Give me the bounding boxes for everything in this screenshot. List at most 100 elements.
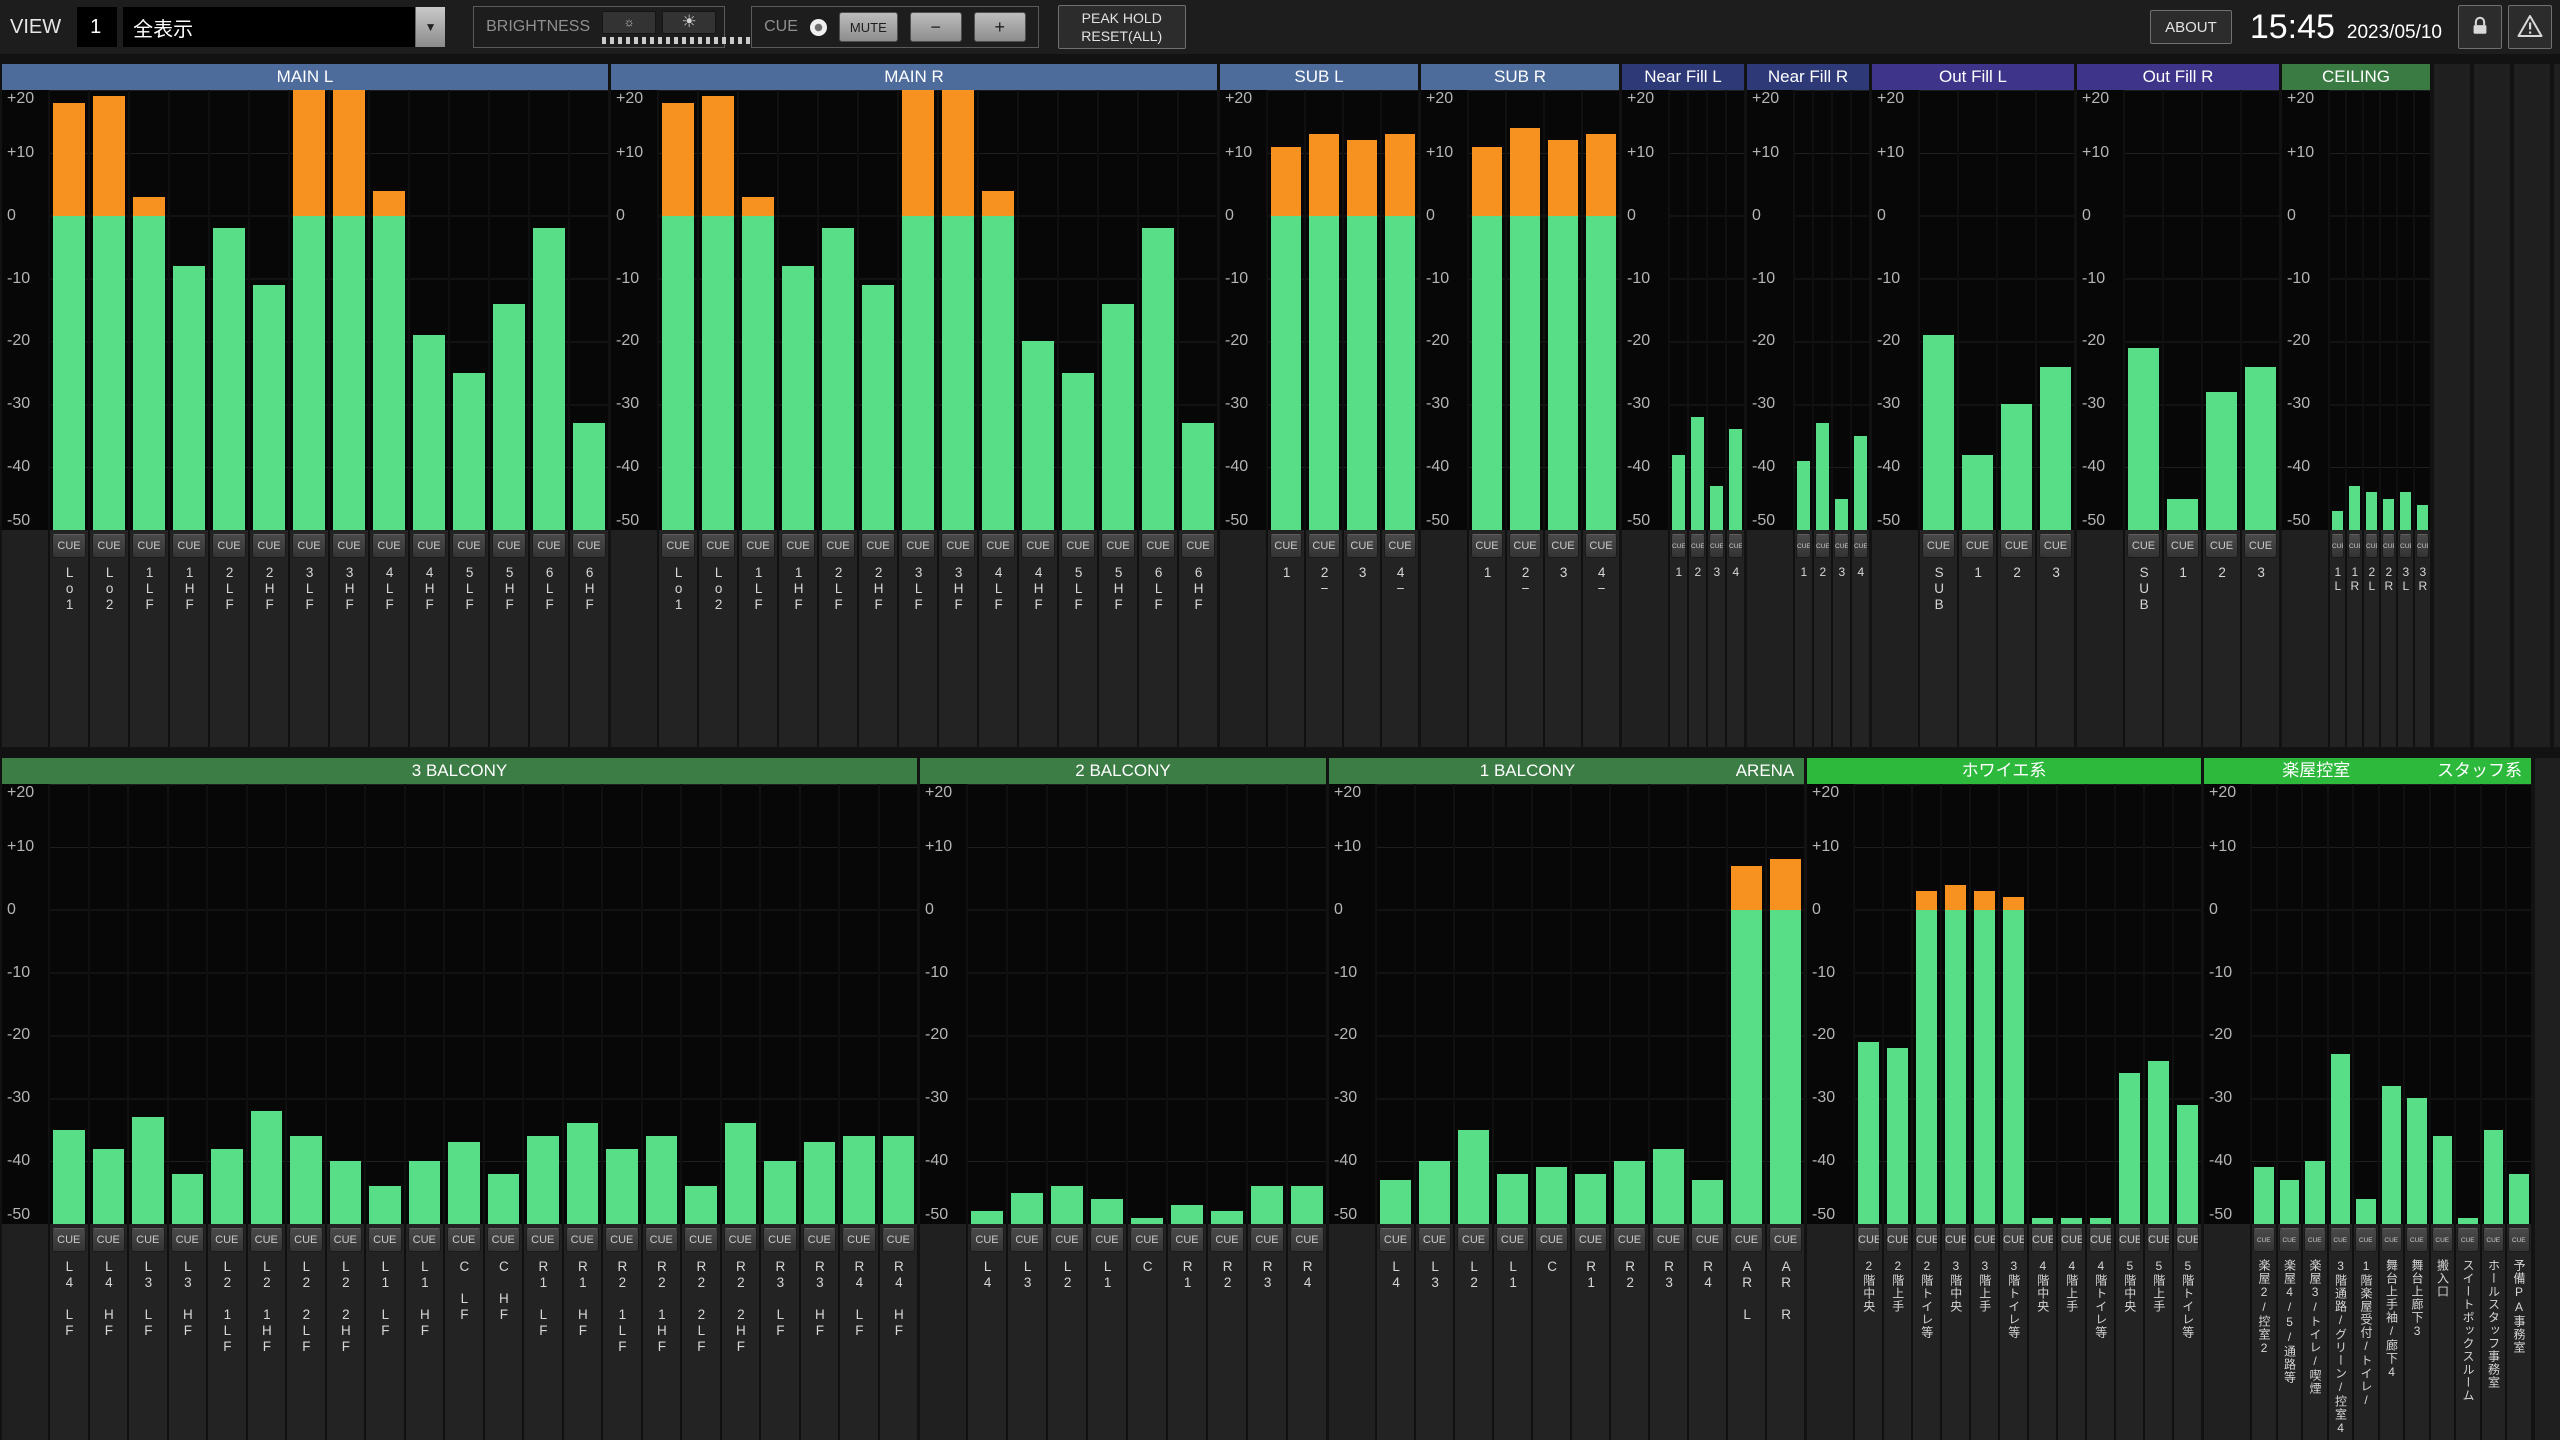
- cue-button-arena-2[interactable]: CUE: [1769, 1228, 1802, 1252]
- cue-button-sub-l-4[interactable]: CUE: [1384, 534, 1416, 558]
- cue-button-main-l-10[interactable]: CUE: [412, 534, 446, 558]
- cue-button-main-r-14[interactable]: CUE: [1181, 534, 1215, 558]
- cue-button-sub-r-3[interactable]: CUE: [1547, 534, 1579, 558]
- cue-button-balcony-3-14[interactable]: CUE: [566, 1228, 600, 1252]
- cue-button-arena-1[interactable]: CUE: [1730, 1228, 1763, 1252]
- cue-button-staff-4[interactable]: CUE: [2508, 1228, 2530, 1252]
- cue-button-foyer-12[interactable]: CUE: [2176, 1228, 2199, 1252]
- cue-button-balcony-3-6[interactable]: CUE: [250, 1228, 284, 1252]
- cue-button-balcony-3-7[interactable]: CUE: [289, 1228, 323, 1252]
- cue-button-balcony-3-19[interactable]: CUE: [763, 1228, 797, 1252]
- cue-button-sub-r-1[interactable]: CUE: [1471, 534, 1503, 558]
- cue-button-dressing-4[interactable]: CUE: [2330, 1228, 2352, 1252]
- cue-button-balcony-2-1[interactable]: CUE: [970, 1228, 1004, 1252]
- cue-button-balcony-2-9[interactable]: CUE: [1290, 1228, 1324, 1252]
- cue-button-out-fill-l-1[interactable]: CUE: [1922, 534, 1955, 558]
- cue-button-out-fill-l-2[interactable]: CUE: [1961, 534, 1994, 558]
- cue-button-main-r-3[interactable]: CUE: [741, 534, 775, 558]
- cue-button-near-fill-r-3[interactable]: CUE: [1834, 534, 1849, 558]
- cue-button-balcony-3-22[interactable]: CUE: [882, 1228, 916, 1252]
- cue-button-main-l-14[interactable]: CUE: [572, 534, 606, 558]
- cue-button-balcony-1-9[interactable]: CUE: [1691, 1228, 1724, 1252]
- mute-button[interactable]: MUTE: [839, 12, 898, 42]
- cue-button-balcony-3-12[interactable]: CUE: [487, 1228, 521, 1252]
- cue-button-staff-2[interactable]: CUE: [2457, 1228, 2479, 1252]
- about-button[interactable]: ABOUT: [2150, 10, 2232, 44]
- cue-button-balcony-3-21[interactable]: CUE: [842, 1228, 876, 1252]
- cue-button-balcony-2-2[interactable]: CUE: [1010, 1228, 1044, 1252]
- cue-minus-button[interactable]: −: [910, 12, 962, 42]
- cue-button-foyer-7[interactable]: CUE: [2031, 1228, 2054, 1252]
- cue-button-out-fill-l-3[interactable]: CUE: [2000, 534, 2033, 558]
- brightness-slider[interactable]: [602, 37, 752, 44]
- cue-button-balcony-1-5[interactable]: CUE: [1535, 1228, 1568, 1252]
- cue-button-balcony-3-15[interactable]: CUE: [605, 1228, 639, 1252]
- cue-button-main-l-6[interactable]: CUE: [252, 534, 286, 558]
- cue-button-main-l-2[interactable]: CUE: [92, 534, 126, 558]
- cue-plus-button[interactable]: +: [974, 12, 1026, 42]
- cue-button-balcony-3-17[interactable]: CUE: [684, 1228, 718, 1252]
- cue-button-sub-l-3[interactable]: CUE: [1346, 534, 1378, 558]
- cue-button-dressing-6[interactable]: CUE: [2381, 1228, 2403, 1252]
- cue-button-main-r-7[interactable]: CUE: [901, 534, 935, 558]
- cue-button-balcony-1-7[interactable]: CUE: [1613, 1228, 1646, 1252]
- cue-button-main-r-8[interactable]: CUE: [941, 534, 975, 558]
- cue-button-near-fill-r-1[interactable]: CUE: [1796, 534, 1811, 558]
- cue-button-balcony-3-18[interactable]: CUE: [724, 1228, 758, 1252]
- cue-button-main-l-1[interactable]: CUE: [52, 534, 86, 558]
- cue-button-near-fill-r-4[interactable]: CUE: [1853, 534, 1868, 558]
- cue-button-ceiling-3[interactable]: CUE: [2365, 534, 2378, 558]
- cue-button-balcony-3-10[interactable]: CUE: [408, 1228, 442, 1252]
- chevron-down-icon[interactable]: ▼: [415, 7, 445, 47]
- cue-button-near-fill-r-2[interactable]: CUE: [1815, 534, 1830, 558]
- cue-button-balcony-3-20[interactable]: CUE: [803, 1228, 837, 1252]
- cue-button-foyer-8[interactable]: CUE: [2060, 1228, 2083, 1252]
- display-mode-select[interactable]: 全表示 ▼: [123, 7, 445, 47]
- cue-button-balcony-3-16[interactable]: CUE: [645, 1228, 679, 1252]
- cue-button-balcony-2-8[interactable]: CUE: [1250, 1228, 1284, 1252]
- cue-button-near-fill-l-2[interactable]: CUE: [1690, 534, 1705, 558]
- cue-button-ceiling-5[interactable]: CUE: [2399, 534, 2412, 558]
- cue-button-foyer-6[interactable]: CUE: [2002, 1228, 2025, 1252]
- warning-button[interactable]: [2508, 5, 2552, 49]
- cue-button-foyer-3[interactable]: CUE: [1915, 1228, 1938, 1252]
- cue-button-dressing-2[interactable]: CUE: [2279, 1228, 2301, 1252]
- cue-button-foyer-5[interactable]: CUE: [1973, 1228, 1996, 1252]
- cue-button-balcony-1-2[interactable]: CUE: [1418, 1228, 1451, 1252]
- cue-button-out-fill-l-4[interactable]: CUE: [2039, 534, 2072, 558]
- cue-button-balcony-3-1[interactable]: CUE: [52, 1228, 86, 1252]
- view-number-input[interactable]: 1: [77, 7, 117, 47]
- cue-button-dressing-7[interactable]: CUE: [2406, 1228, 2428, 1252]
- cue-button-sub-l-1[interactable]: CUE: [1270, 534, 1302, 558]
- cue-button-ceiling-4[interactable]: CUE: [2382, 534, 2395, 558]
- cue-button-main-l-3[interactable]: CUE: [132, 534, 166, 558]
- cue-button-sub-l-2[interactable]: CUE: [1308, 534, 1340, 558]
- cue-button-balcony-1-1[interactable]: CUE: [1379, 1228, 1412, 1252]
- cue-button-foyer-1[interactable]: CUE: [1857, 1228, 1880, 1252]
- cue-button-dressing-1[interactable]: CUE: [2253, 1228, 2275, 1252]
- cue-button-foyer-10[interactable]: CUE: [2118, 1228, 2141, 1252]
- cue-button-near-fill-l-3[interactable]: CUE: [1709, 534, 1724, 558]
- cue-button-balcony-1-6[interactable]: CUE: [1574, 1228, 1607, 1252]
- cue-button-out-fill-r-4[interactable]: CUE: [2244, 534, 2277, 558]
- cue-button-main-r-11[interactable]: CUE: [1061, 534, 1095, 558]
- cue-button-balcony-3-2[interactable]: CUE: [92, 1228, 126, 1252]
- peak-hold-reset-button[interactable]: PEAK HOLD RESET(ALL): [1058, 5, 1186, 49]
- cue-button-main-l-11[interactable]: CUE: [452, 534, 486, 558]
- cue-button-main-r-2[interactable]: CUE: [701, 534, 735, 558]
- cue-button-balcony-3-13[interactable]: CUE: [526, 1228, 560, 1252]
- cue-button-balcony-1-3[interactable]: CUE: [1457, 1228, 1490, 1252]
- cue-button-balcony-3-9[interactable]: CUE: [368, 1228, 402, 1252]
- cue-button-balcony-2-3[interactable]: CUE: [1050, 1228, 1084, 1252]
- cue-button-near-fill-l-4[interactable]: CUE: [1728, 534, 1743, 558]
- cue-button-ceiling-1[interactable]: CUE: [2331, 534, 2344, 558]
- cue-button-staff-1[interactable]: CUE: [2432, 1228, 2454, 1252]
- cue-button-balcony-2-4[interactable]: CUE: [1090, 1228, 1124, 1252]
- cue-button-balcony-3-3[interactable]: CUE: [131, 1228, 165, 1252]
- brightness-down-button[interactable]: ☼: [602, 11, 656, 34]
- cue-button-foyer-4[interactable]: CUE: [1944, 1228, 1967, 1252]
- cue-button-foyer-2[interactable]: CUE: [1886, 1228, 1909, 1252]
- cue-button-main-r-6[interactable]: CUE: [861, 534, 895, 558]
- cue-button-staff-3[interactable]: CUE: [2483, 1228, 2505, 1252]
- cue-button-main-r-5[interactable]: CUE: [821, 534, 855, 558]
